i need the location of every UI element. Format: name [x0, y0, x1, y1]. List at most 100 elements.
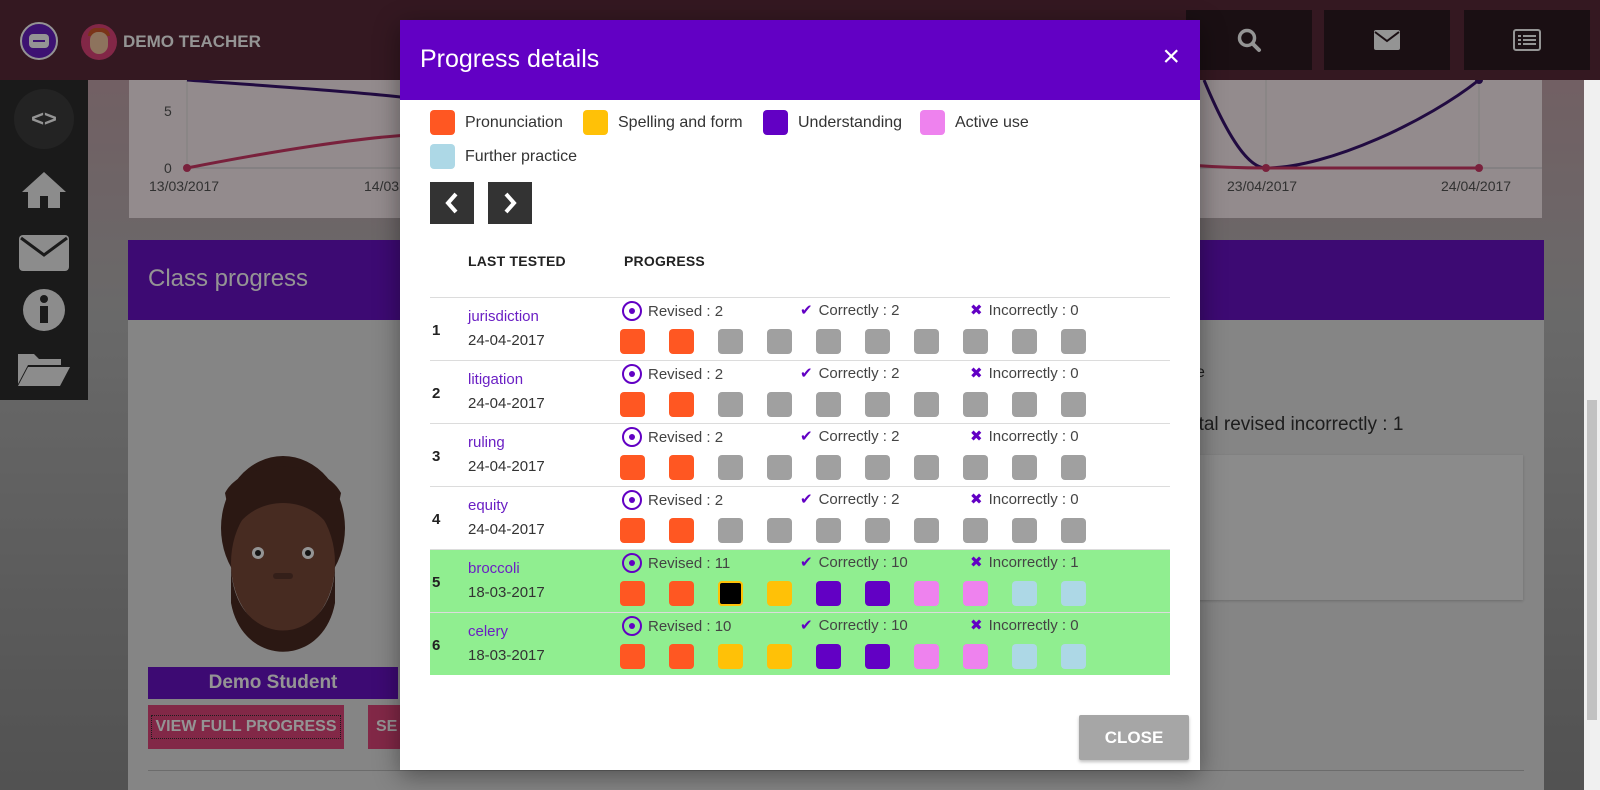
progress-square: [718, 581, 743, 606]
revised-stat: Revised : 2: [622, 490, 723, 510]
progress-square: [865, 581, 890, 606]
modal-header: Progress details ×: [400, 20, 1200, 100]
progress-square: [963, 455, 988, 480]
progress-square: [718, 455, 743, 480]
progress-square: [1061, 392, 1086, 417]
target-icon: [622, 427, 642, 447]
cross-icon: ✖: [970, 428, 983, 445]
cross-icon: ✖: [970, 365, 983, 382]
legend-item-spelling: Spelling and form: [583, 110, 743, 135]
correctly-stat: ✔ Correctly : 2: [800, 427, 900, 446]
word-link[interactable]: ruling: [468, 434, 505, 451]
progress-square: [963, 644, 988, 669]
progress-square: [1061, 455, 1086, 480]
incorrectly-stat: ✖ Incorrectly : 0: [970, 301, 1079, 320]
scrollbar-thumb[interactable]: [1587, 400, 1597, 720]
close-button[interactable]: CLOSE: [1079, 715, 1189, 760]
progress-square: [914, 581, 939, 606]
target-icon: [622, 301, 642, 321]
progress-square: [963, 581, 988, 606]
progress-square: [865, 644, 890, 669]
page-scrollbar[interactable]: [1584, 80, 1600, 790]
table-row: 3 ruling 24-04-2017 Revised : 2 ✔ Correctly :…: [430, 423, 1170, 486]
progress-square: [620, 581, 645, 606]
progress-square: [767, 644, 792, 669]
target-icon: [622, 490, 642, 510]
word-link[interactable]: equity: [468, 497, 508, 514]
progress-square: [865, 392, 890, 417]
progress-square: [865, 518, 890, 543]
revised-stat: Revised : 2: [622, 301, 723, 321]
progress-square: [620, 644, 645, 669]
progress-square: [620, 455, 645, 480]
progress-square: [620, 329, 645, 354]
check-icon: ✔: [800, 365, 813, 382]
column-header-last-tested[interactable]: LAST TESTED: [468, 253, 566, 269]
progress-square: [718, 644, 743, 669]
chevron-right-icon: [504, 192, 517, 214]
target-icon: [622, 616, 642, 636]
word-link[interactable]: celery: [468, 623, 508, 640]
incorrectly-stat: ✖ Incorrectly : 0: [970, 616, 1079, 635]
column-header-progress[interactable]: PROGRESS: [624, 253, 705, 269]
table-row: 1 jurisdiction 24-04-2017 Revised : 2 ✔ Corre…: [430, 297, 1170, 360]
next-page-button[interactable]: [488, 182, 532, 224]
last-tested-date: 24-04-2017: [468, 332, 545, 349]
revised-stat: Revised : 10: [622, 616, 731, 636]
word-link[interactable]: jurisdiction: [468, 308, 539, 325]
row-number: 4: [432, 511, 441, 528]
progress-square: [914, 329, 939, 354]
word-link[interactable]: broccoli: [468, 560, 520, 577]
revised-stat: Revised : 2: [622, 427, 723, 447]
progress-square: [816, 455, 841, 480]
close-icon[interactable]: ×: [1162, 42, 1180, 72]
progress-square: [767, 581, 792, 606]
progress-square: [914, 455, 939, 480]
incorrectly-stat: ✖ Incorrectly : 0: [970, 364, 1079, 383]
word-link[interactable]: litigation: [468, 371, 523, 388]
last-tested-date: 18-03-2017: [468, 647, 545, 664]
progress-square: [767, 518, 792, 543]
progress-square: [669, 329, 694, 354]
progress-square: [1012, 455, 1037, 480]
legend-swatch: [430, 110, 455, 135]
progress-square: [1012, 329, 1037, 354]
correctly-stat: ✔ Correctly : 10: [800, 553, 908, 572]
incorrectly-stat: ✖ Incorrectly : 1: [970, 553, 1079, 572]
table-row: 5 broccoli 18-03-2017 Revised : 11 ✔ Correctl…: [430, 549, 1170, 612]
progress-square: [669, 518, 694, 543]
legend-swatch: [430, 144, 455, 169]
row-number: 5: [432, 574, 441, 591]
progress-square: [669, 392, 694, 417]
check-icon: ✔: [800, 428, 813, 445]
progress-square: [1012, 518, 1037, 543]
legend-item-further-practice: Further practice: [430, 144, 577, 169]
progress-square: [963, 392, 988, 417]
table-row: 2 litigation 24-04-2017 Revised : 2 ✔ Correct…: [430, 360, 1170, 423]
progress-square: [816, 644, 841, 669]
progress-square: [767, 455, 792, 480]
row-number: 1: [432, 322, 441, 339]
incorrectly-stat: ✖ Incorrectly : 0: [970, 427, 1079, 446]
table-row: 6 celery 18-03-2017 Revised : 10 ✔ Correctly …: [430, 612, 1170, 675]
check-icon: ✔: [800, 617, 813, 634]
previous-page-button[interactable]: [430, 182, 474, 224]
progress-square: [865, 455, 890, 480]
progress-square: [1061, 518, 1086, 543]
correctly-stat: ✔ Correctly : 10: [800, 616, 908, 635]
row-number: 6: [432, 637, 441, 654]
check-icon: ✔: [800, 491, 813, 508]
progress-square: [620, 392, 645, 417]
correctly-stat: ✔ Correctly : 2: [800, 490, 900, 509]
progress-square: [669, 581, 694, 606]
correctly-stat: ✔ Correctly : 2: [800, 364, 900, 383]
progress-square: [718, 518, 743, 543]
progress-details-modal: Progress details × Pronunciation Spellin…: [400, 20, 1200, 770]
progress-square: [620, 518, 645, 543]
check-icon: ✔: [800, 554, 813, 571]
progress-square: [914, 644, 939, 669]
modal-title: Progress details: [420, 45, 600, 73]
last-tested-date: 24-04-2017: [468, 521, 545, 538]
progress-square: [816, 518, 841, 543]
progress-square: [718, 392, 743, 417]
